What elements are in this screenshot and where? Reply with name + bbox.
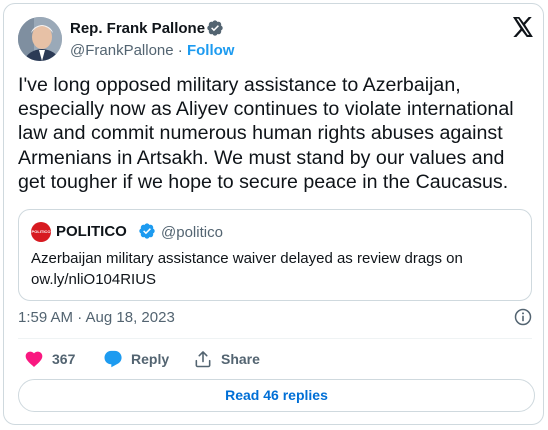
follow-link[interactable]: Follow <box>187 42 235 59</box>
quoted-verified-badge-icon <box>139 223 155 239</box>
heart-icon <box>25 351 43 367</box>
reply-label: Reply <box>131 351 170 367</box>
x-logo-icon[interactable] <box>512 17 534 37</box>
separator-dot: · <box>173 42 187 59</box>
reply-bubble-icon <box>104 350 122 368</box>
author-handle-row: @FrankPallone · Follow <box>70 42 234 59</box>
info-icon[interactable] <box>513 307 533 327</box>
author-handle[interactable]: @FrankPallone <box>70 42 174 59</box>
quoted-link: ow.ly/nliO104RIUS <box>31 271 157 288</box>
author-name[interactable]: Rep. Frank Pallone <box>70 20 205 37</box>
divider <box>18 338 532 339</box>
author-avatar[interactable] <box>18 17 62 61</box>
share-button[interactable]: Share <box>193 348 260 370</box>
tweet-timestamp[interactable]: 1:59 AM · Aug 18, 2023 <box>18 309 175 326</box>
like-count: 367 <box>52 351 76 367</box>
tweet-text: I've long opposed military assistance to… <box>18 74 514 193</box>
quoted-author-name: POLITICO <box>56 223 127 240</box>
quoted-tweet-text: Azerbaijan military assistance waiver de… <box>31 248 521 290</box>
quoted-tweet[interactable]: POLITICO POLITICO @politico Azerbaijan m… <box>18 209 532 301</box>
like-button[interactable]: 367 <box>24 348 75 370</box>
share-label: Share <box>221 351 260 367</box>
tweet-card: Rep. Frank Pallone @FrankPallone · Follo… <box>3 3 544 425</box>
share-icon <box>195 351 211 368</box>
read-replies-button[interactable]: Read 46 replies <box>18 379 535 412</box>
quoted-headline: Azerbaijan military assistance waiver de… <box>31 250 463 267</box>
verified-badge-icon <box>207 20 223 36</box>
reply-button[interactable]: Reply <box>103 348 169 370</box>
quoted-author-handle: @politico <box>161 224 223 241</box>
quoted-avatar: POLITICO <box>31 222 51 242</box>
